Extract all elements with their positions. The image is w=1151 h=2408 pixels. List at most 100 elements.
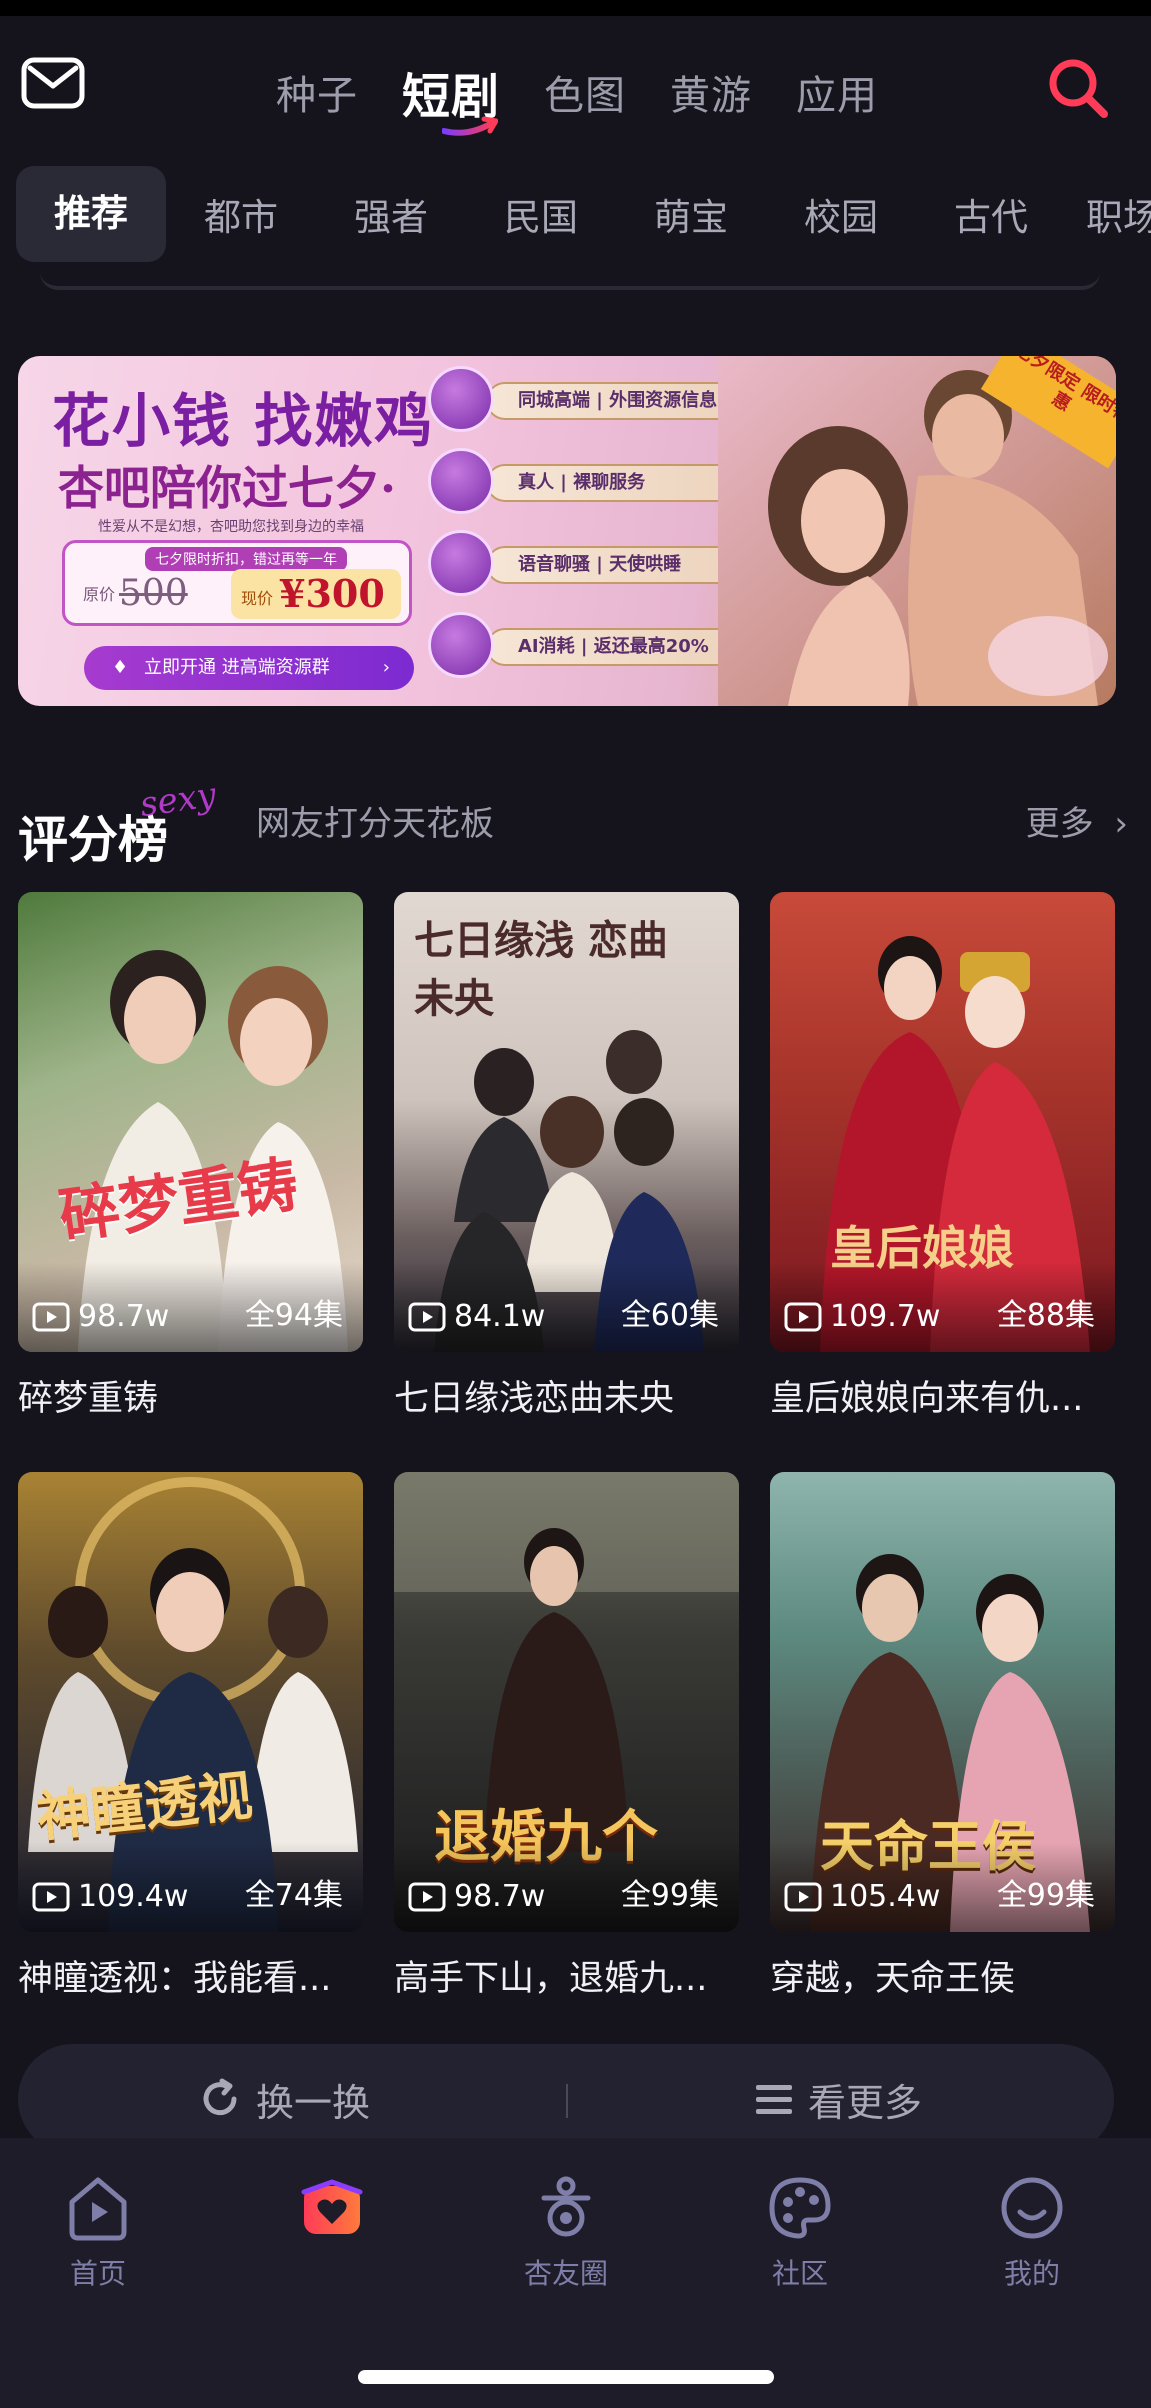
category-cute-baby[interactable]: 萌宝: [616, 187, 766, 241]
view-count-value: 109.7w: [830, 1299, 941, 1334]
nav-drama[interactable]: [252, 2172, 412, 2252]
nav-community[interactable]: 社区: [720, 2172, 880, 2292]
drama-card[interactable]: 七日缘浅 恋曲未央 84.1w 全60集 七日缘浅恋曲未央: [394, 892, 739, 1421]
episode-count: 全88集: [996, 1298, 1095, 1333]
drama-card[interactable]: 皇后娘娘 109.7w 全88集 皇后娘娘向来有仇...: [770, 892, 1115, 1421]
drama-poster: 皇后娘娘 109.7w 全88集: [770, 892, 1115, 1352]
play-icon: [32, 1882, 70, 1911]
drama-poster: 七日缘浅 恋曲未央 84.1w 全60集: [394, 892, 739, 1352]
banner-tagline: 性爱从不是幻想，杏吧助您找到身边的幸福: [98, 519, 364, 535]
banner-text-area: 花小钱 找嫩鸡 杏吧陪你过七夕· 性爱从不是幻想，杏吧助您找到身边的幸福 七夕限…: [18, 356, 438, 706]
drama-title: 皇后娘娘向来有仇...: [770, 1379, 1084, 1419]
banner-subtitle: 杏吧陪你过七夕·: [58, 461, 397, 515]
tab-seeds[interactable]: 种子: [276, 63, 358, 121]
play-icon: [784, 1302, 822, 1331]
status-bar: [0, 0, 1151, 16]
drama-card[interactable]: 碎梦重铸 98.7w 全94集 碎梦重铸: [18, 892, 363, 1421]
search-icon[interactable]: [1046, 56, 1110, 120]
price-box: 七夕限时折扣，错过再等一年 原价 500 现价 ¥300: [62, 540, 412, 626]
nav-community-label: 社区: [771, 2257, 828, 2290]
feature-label: AI消耗 | 返还最高20%: [486, 628, 744, 666]
drama-card[interactable]: 退婚九个 98.7w 全99集 高手下山，退婚九...: [394, 1472, 739, 2001]
category-campus[interactable]: 校园: [766, 187, 916, 241]
drama-title: 神瞳透视：我能看...: [18, 1959, 332, 1999]
episode-count: 全74集: [244, 1878, 343, 1913]
tab-pictures[interactable]: 色图: [544, 63, 626, 121]
nav-profile-label: 我的: [1003, 2257, 1060, 2290]
original-price-label: 原价: [83, 585, 116, 604]
category-republic[interactable]: 民国: [466, 187, 616, 241]
drama-title: 高手下山，退婚九...: [394, 1959, 708, 1999]
current-price-box: 现价 ¥300: [231, 569, 401, 619]
play-icon: [32, 1302, 70, 1331]
diamond-icon: ♦: [112, 657, 129, 678]
drama-card[interactable]: 天命王侯 105.4w 全99集 穿越，天命王侯: [770, 1472, 1115, 2001]
more-link[interactable]: 更多 ›: [1026, 794, 1128, 854]
chat-bubble-icon: [428, 448, 494, 514]
episode-count: 全94集: [244, 1298, 343, 1333]
promo-banner[interactable]: 花小钱 找嫩鸡 杏吧陪你过七夕· 性爱从不是幻想，杏吧助您找到身边的幸福 七夕限…: [18, 356, 1116, 706]
category-divider: [40, 272, 1100, 290]
active-tab-underline: [442, 116, 498, 136]
drama-title: 七日缘浅恋曲未央: [394, 1379, 675, 1419]
view-count: 109.7w: [784, 1299, 940, 1334]
view-count-value: 84.1w: [454, 1299, 546, 1334]
banner-cta-button[interactable]: ♦ 立即开通 进高端资源群 ›: [84, 646, 414, 690]
feature-label: 真人 | 裸聊服务: [486, 464, 744, 502]
drama-poster: 退婚九个 98.7w 全99集: [394, 1472, 739, 1932]
refresh-label: 换一换: [256, 2080, 371, 2125]
home-indicator[interactable]: [358, 2370, 774, 2384]
chevron-right-icon: ›: [1114, 804, 1128, 844]
view-count-value: 105.4w: [830, 1879, 941, 1914]
poster-title-art: 七日缘浅 恋曲未央: [414, 917, 668, 1022]
see-more-label: 看更多: [808, 2080, 923, 2125]
category-urban[interactable]: 都市: [166, 187, 316, 241]
location-pin-icon: [428, 366, 494, 432]
drama-card[interactable]: 神瞳透视 109.4w 全74集 神瞳透视：我能看...: [18, 1472, 363, 2001]
tab-games[interactable]: 黄游: [670, 63, 752, 121]
banner-feature-4: AI消耗 | 返还最高20%: [428, 612, 768, 682]
discount-tag: 七夕限时折扣，错过再等一年: [145, 547, 347, 571]
view-count-value: 98.7w: [454, 1879, 546, 1914]
banner-cta-label: 立即开通 进高端资源群: [144, 657, 330, 678]
drama-poster: 天命王侯 105.4w 全99集: [770, 1472, 1115, 1932]
top-tab-bar: 种子 短剧 色图 黄游 应用: [276, 52, 878, 136]
nav-home-label: 首页: [69, 2257, 126, 2290]
view-count-value: 98.7w: [78, 1299, 170, 1334]
nav-friends-label: 杏友圈: [523, 2257, 608, 2290]
app-screen: 种子 短剧 色图 黄游 应用 推荐 都市 强者 民国 萌宝 校园 古代 职场 花…: [0, 0, 1151, 2408]
top-header: 种子 短剧 色图 黄游 应用: [0, 16, 1151, 146]
tab-apps[interactable]: 应用: [796, 63, 878, 121]
episode-count: 全99集: [996, 1878, 1095, 1913]
episode-count: 全60集: [620, 1298, 719, 1333]
view-count-value: 109.4w: [78, 1879, 189, 1914]
banner-feature-3: 语音聊骚 | 天使哄睡: [428, 530, 768, 600]
nav-friends-circle[interactable]: 杏友圈: [486, 2172, 646, 2292]
category-workplace[interactable]: 职场: [1066, 187, 1151, 241]
category-bar: 推荐 都市 强者 民国 萌宝 校园 古代 职场: [16, 166, 1151, 262]
drama-poster: 神瞳透视 109.4w 全74集: [18, 1472, 363, 1932]
category-strong[interactable]: 强者: [316, 187, 466, 241]
category-ancient[interactable]: 古代: [916, 187, 1066, 241]
view-count: 109.4w: [32, 1879, 188, 1914]
nav-profile[interactable]: 我的: [952, 2172, 1112, 2292]
category-recommend[interactable]: 推荐: [16, 166, 166, 262]
profile-icon: [1001, 2177, 1063, 2239]
original-price: 500: [119, 573, 188, 614]
banner-feature-2: 真人 | 裸聊服务: [428, 448, 768, 518]
banner-title: 花小钱 找嫩鸡: [52, 387, 435, 455]
palette-icon: [769, 2177, 831, 2239]
nav-home[interactable]: 首页: [18, 2172, 178, 2292]
mail-icon[interactable]: [20, 56, 86, 112]
tab-short-drama[interactable]: 短剧: [402, 57, 500, 136]
home-play-icon: [69, 2177, 127, 2241]
play-icon: [408, 1882, 446, 1911]
rating-section-header: 评分榜 sexy 网友打分天花板 更多 ›: [18, 775, 1128, 870]
view-count: 98.7w: [32, 1299, 169, 1334]
feature-label: 同城高端 | 外围资源信息: [486, 382, 744, 420]
friends-circle-icon: [541, 2176, 591, 2237]
microphone-icon: [428, 530, 494, 596]
action-divider: [566, 2084, 568, 2118]
current-price-label: 现价: [241, 589, 274, 608]
current-price: ¥300: [279, 571, 385, 616]
